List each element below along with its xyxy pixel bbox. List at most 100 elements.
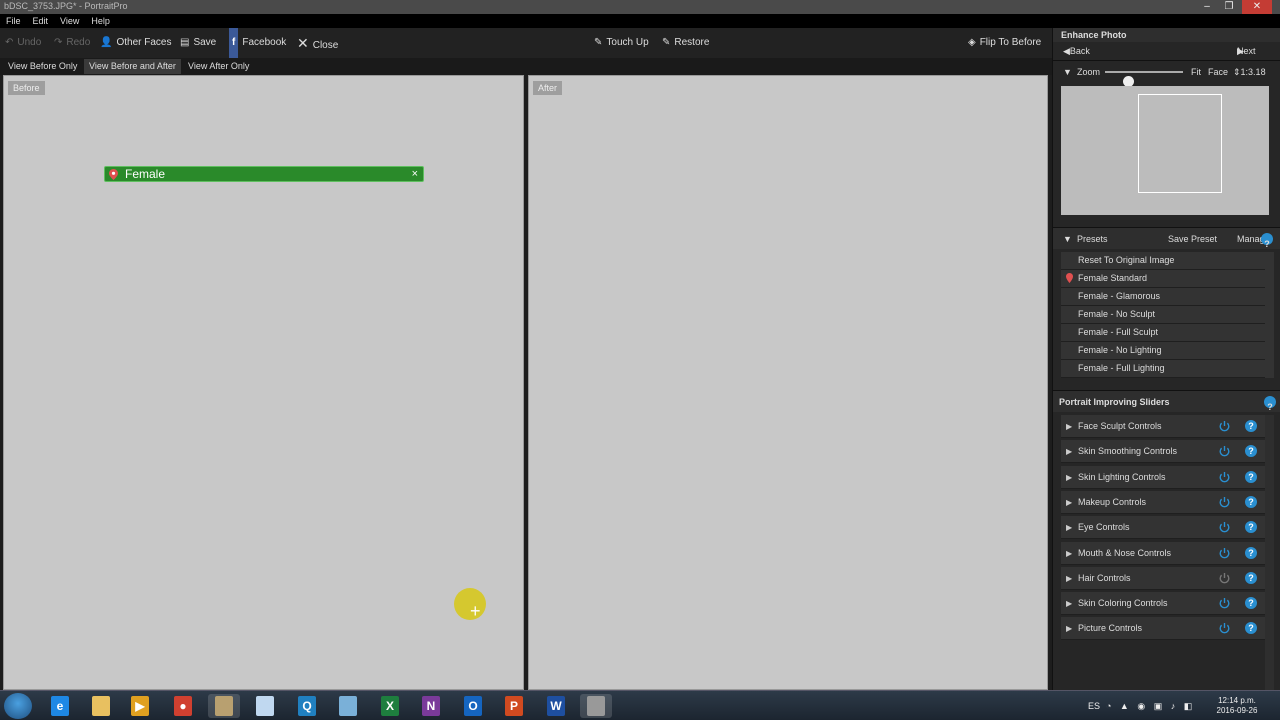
facebook-button[interactable]: f Facebook xyxy=(229,28,286,58)
fit-button[interactable]: Fit xyxy=(1191,61,1201,83)
save-preset-button[interactable]: Save Preset xyxy=(1168,228,1217,250)
face-tag[interactable]: Female × xyxy=(104,166,424,182)
expand-arrow-icon[interactable]: ▶ xyxy=(1066,592,1072,615)
menu-edit[interactable]: Edit xyxy=(27,14,55,28)
menu-view[interactable]: View xyxy=(54,14,85,28)
power-toggle-icon[interactable] xyxy=(1218,547,1231,560)
taskbar-app-button[interactable]: O xyxy=(457,694,489,718)
slider-section-row[interactable]: ▶ Mouth & Nose Controls? xyxy=(1061,541,1265,565)
help-icon[interactable]: ? xyxy=(1245,622,1257,635)
power-toggle-icon[interactable] xyxy=(1218,445,1231,458)
taskbar-app-button[interactable]: N xyxy=(415,694,447,718)
system-tray-icons[interactable]: ◔ ▲ ◉ ▣ ♪ ◧ xyxy=(1106,691,1195,720)
presets-collapse-icon[interactable]: ▼ xyxy=(1063,228,1072,250)
expand-arrow-icon[interactable]: ▶ xyxy=(1066,617,1072,640)
restore-button[interactable]: ✎ Restore xyxy=(662,28,709,58)
presets-help-icon[interactable]: ? xyxy=(1261,233,1273,249)
save-button[interactable]: ▤ Save xyxy=(180,28,216,58)
start-button[interactable] xyxy=(4,693,32,719)
help-icon[interactable]: ? xyxy=(1245,445,1257,458)
preset-item[interactable]: Reset To Original Image xyxy=(1061,252,1265,269)
flip-to-before-button[interactable]: ◈ Flip To Before xyxy=(968,28,1041,58)
preset-item[interactable]: Female - No Sculpt xyxy=(1061,306,1265,323)
zoom-slider[interactable] xyxy=(1105,71,1183,87)
presets-scrollbar[interactable] xyxy=(1265,252,1274,378)
preset-item[interactable]: Female Standard xyxy=(1061,270,1265,287)
slider-section-row[interactable]: ▶ Eye Controls? xyxy=(1061,516,1265,540)
close-image-button[interactable]: ✕ Close xyxy=(297,28,338,58)
power-toggle-icon[interactable] xyxy=(1218,496,1231,509)
preset-item[interactable]: Female - Full Lighting xyxy=(1061,360,1265,377)
menu-file[interactable]: File xyxy=(0,14,27,28)
touch-up-button[interactable]: ✎ Touch Up xyxy=(594,28,649,58)
face-tag-close-button[interactable]: × xyxy=(412,167,418,182)
power-toggle-icon[interactable] xyxy=(1218,597,1231,610)
sliders-scrollbar[interactable] xyxy=(1265,415,1274,695)
view-after-only-tab[interactable]: View After Only xyxy=(183,59,254,74)
taskbar-app-button[interactable]: ● xyxy=(167,694,199,718)
maximize-button[interactable]: ❐ xyxy=(1218,0,1240,14)
menu-help[interactable]: Help xyxy=(85,14,116,28)
slider-section-row[interactable]: ▶ Skin Lighting Controls? xyxy=(1061,465,1265,489)
expand-arrow-icon[interactable]: ▶ xyxy=(1066,440,1072,463)
navigator-thumbnail[interactable] xyxy=(1061,86,1269,215)
view-before-only-tab[interactable]: View Before Only xyxy=(3,59,82,74)
view-before-and-after-tab[interactable]: View Before and After xyxy=(84,59,181,74)
face-zoom-button[interactable]: Face xyxy=(1208,61,1228,83)
slider-section-row[interactable]: ▶ Picture Controls? xyxy=(1061,617,1265,641)
slider-section-row[interactable]: ▶ Skin Coloring Controls? xyxy=(1061,592,1265,616)
close-window-button[interactable]: ✕ xyxy=(1242,0,1272,14)
enhance-photo-title: Enhance Photo xyxy=(1053,28,1280,42)
media-player-icon: ▶ xyxy=(131,696,149,716)
help-icon[interactable]: ? xyxy=(1245,597,1257,610)
power-toggle-icon[interactable] xyxy=(1218,521,1231,534)
minimize-button[interactable]: – xyxy=(1196,0,1218,14)
zoom-ratio-stepper[interactable]: ⇕ 1:3.18 xyxy=(1233,61,1266,83)
expand-arrow-icon[interactable]: ▶ xyxy=(1066,542,1072,565)
after-photo-panel[interactable]: After xyxy=(528,75,1048,690)
undo-button[interactable]: ↶ Undo xyxy=(5,28,41,58)
power-toggle-icon[interactable] xyxy=(1218,572,1231,585)
other-faces-button[interactable]: 👤 Other Faces xyxy=(100,28,171,58)
expand-arrow-icon[interactable]: ▶ xyxy=(1066,567,1072,590)
slider-section-row[interactable]: ▶ Skin Smoothing Controls? xyxy=(1061,440,1265,464)
preset-item[interactable]: Female - Full Sculpt xyxy=(1061,324,1265,341)
taskbar-app-button[interactable]: ▶ xyxy=(124,694,156,718)
help-icon[interactable]: ? xyxy=(1245,546,1257,559)
language-indicator[interactable]: ES xyxy=(1088,691,1100,720)
slider-section-row[interactable]: ▶ Hair Controls? xyxy=(1061,566,1265,590)
viewport-rectangle[interactable] xyxy=(1138,94,1222,193)
taskbar-app-button[interactable] xyxy=(208,694,240,718)
expand-arrow-icon[interactable]: ▶ xyxy=(1066,516,1072,539)
taskbar-app-button[interactable] xyxy=(332,694,364,718)
zoom-collapse-icon[interactable]: ▼ xyxy=(1063,61,1072,83)
help-icon[interactable]: ? xyxy=(1245,495,1257,508)
expand-arrow-icon[interactable]: ▶ xyxy=(1066,491,1072,514)
clock[interactable]: 12:14 p.m. 2016-09-26 xyxy=(1212,696,1262,716)
taskbar-app-button[interactable]: W xyxy=(540,694,572,718)
next-button[interactable]: Next ▶ xyxy=(1237,42,1256,60)
preset-item[interactable]: Female - No Lighting xyxy=(1061,342,1265,359)
power-toggle-icon[interactable] xyxy=(1218,471,1231,484)
taskbar-app-button[interactable]: X xyxy=(374,694,406,718)
redo-button[interactable]: ↷ Redo xyxy=(54,28,90,58)
taskbar-app-button[interactable]: e xyxy=(44,694,76,718)
back-button[interactable]: ◀ Back xyxy=(1063,42,1090,60)
slider-section-row[interactable]: ▶ Makeup Controls? xyxy=(1061,490,1265,514)
taskbar-app-button[interactable]: P xyxy=(498,694,530,718)
power-toggle-icon[interactable] xyxy=(1218,420,1231,433)
taskbar-app-button[interactable]: Q xyxy=(291,694,323,718)
help-icon[interactable]: ? xyxy=(1245,521,1257,534)
sliders-help-icon[interactable]: ? xyxy=(1264,396,1276,412)
taskbar-app-button[interactable] xyxy=(580,694,612,718)
power-toggle-icon[interactable] xyxy=(1218,622,1231,635)
help-icon[interactable]: ? xyxy=(1245,470,1257,483)
preset-item[interactable]: Female - Glamorous xyxy=(1061,288,1265,305)
help-icon[interactable]: ? xyxy=(1245,420,1257,432)
expand-arrow-icon[interactable]: ▶ xyxy=(1066,415,1072,438)
help-icon[interactable]: ? xyxy=(1245,571,1257,584)
slider-section-row[interactable]: ▶ Face Sculpt Controls? xyxy=(1061,415,1265,438)
taskbar-app-button[interactable] xyxy=(85,694,117,718)
expand-arrow-icon[interactable]: ▶ xyxy=(1066,466,1072,489)
taskbar-app-button[interactable] xyxy=(249,694,281,718)
